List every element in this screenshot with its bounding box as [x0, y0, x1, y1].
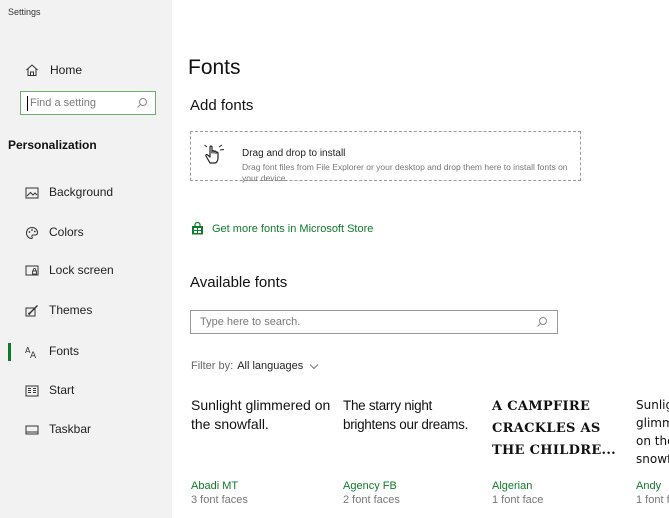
active-indicator: [8, 343, 11, 361]
font-card-andy[interactable]: Sunlight glimmered on the snowfall. Andy…: [636, 396, 669, 518]
sidebar-item-label: Lock screen: [49, 263, 114, 277]
sidebar-item-start[interactable]: Start: [0, 379, 172, 403]
sidebar-item-label: Themes: [49, 303, 93, 317]
sidebar-item-label: Background: [49, 185, 114, 199]
start-icon: [25, 385, 39, 397]
font-face-count: 2 font faces: [343, 494, 400, 506]
font-sample: A CAMPFIRE CRACKLES AS THE CHILDRE...: [492, 399, 617, 458]
font-sample: The starry night brightens our dreams.: [343, 398, 469, 432]
font-search-placeholder: Type here to search.: [200, 316, 301, 328]
sidebar-item-fonts[interactable]: A A Fonts: [0, 340, 172, 364]
filter-value: All languages: [237, 360, 304, 372]
home-icon: [26, 64, 38, 76]
sidebar-item-lock-screen[interactable]: Lock screen: [0, 259, 172, 283]
font-name: Agency FB: [343, 480, 397, 492]
sidebar: Settings Home Find a setting Personaliza…: [0, 0, 172, 518]
font-name: Abadi MT: [191, 480, 239, 492]
microsoft-store-link[interactable]: Get more fonts in Microsoft Store: [191, 222, 373, 235]
search-icon: [537, 317, 547, 327]
text-cursor: [27, 96, 28, 111]
font-face-count: 3 font faces: [191, 494, 248, 506]
setting-search-placeholder: Find a setting: [30, 97, 97, 109]
font-icon: A A: [25, 346, 37, 359]
taskbar-icon: [25, 425, 39, 435]
svg-text:A: A: [30, 351, 37, 359]
window-title: Settings: [8, 7, 41, 17]
font-sample: Sunlight glimmered on the snowfall.: [191, 397, 331, 432]
font-card-abadi-mt[interactable]: Sunlight glimmered on the snowfall. Abad…: [191, 396, 331, 518]
sidebar-item-label: Colors: [49, 225, 84, 239]
setting-search-input[interactable]: Find a setting: [20, 91, 156, 115]
sidebar-item-label: Start: [49, 383, 75, 397]
home-nav-item[interactable]: Home: [25, 63, 82, 77]
font-face-count: 1 font face: [636, 494, 669, 506]
store-link-label: Get more fonts in Microsoft Store: [212, 222, 374, 235]
section-heading: Personalization: [8, 138, 97, 152]
brush-icon: [25, 305, 38, 317]
filter-label: Filter by:: [191, 360, 234, 372]
font-card-agency-fb[interactable]: The starry night brightens our dreams. A…: [343, 396, 483, 518]
font-drop-zone[interactable]: Drag and drop to install Drag font files…: [190, 131, 581, 183]
hand-pointer-icon: [204, 144, 225, 164]
drop-zone-description: Drag font files from File Explorer or yo…: [242, 162, 568, 183]
font-name: Andy: [636, 480, 662, 492]
main-content: Fonts Add fonts Drag and drop to install…: [172, 0, 669, 518]
sidebar-item-taskbar[interactable]: Taskbar: [0, 418, 172, 442]
page-title: Fonts: [188, 56, 241, 79]
palette-icon: [25, 226, 39, 240]
chevron-down-icon: [309, 363, 319, 369]
font-sample: Sunlight glimmered on the snowfall.: [636, 398, 669, 466]
sidebar-item-label: Fonts: [49, 344, 80, 358]
lock-screen-icon: [25, 265, 39, 276]
sidebar-item-background[interactable]: Background: [0, 181, 172, 205]
store-bag-icon: [192, 222, 203, 235]
home-label: Home: [50, 63, 83, 77]
sidebar-item-colors[interactable]: Colors: [0, 221, 172, 245]
language-filter[interactable]: Filter by: All languages: [191, 360, 319, 372]
font-search-input[interactable]: Type here to search.: [190, 310, 558, 334]
available-fonts-heading: Available fonts: [190, 274, 288, 291]
picture-icon: [25, 187, 39, 199]
font-card-algerian[interactable]: A CAMPFIRE CRACKLES AS THE CHILDRE... Al…: [492, 396, 632, 518]
sidebar-item-label: Taskbar: [49, 422, 92, 436]
add-fonts-heading: Add fonts: [190, 97, 254, 114]
font-name: Algerian: [492, 480, 533, 492]
drop-zone-title: Drag and drop to install: [242, 148, 346, 159]
sidebar-item-themes[interactable]: Themes: [0, 299, 172, 323]
search-icon: [137, 98, 147, 108]
font-face-count: 1 font face: [492, 494, 544, 506]
